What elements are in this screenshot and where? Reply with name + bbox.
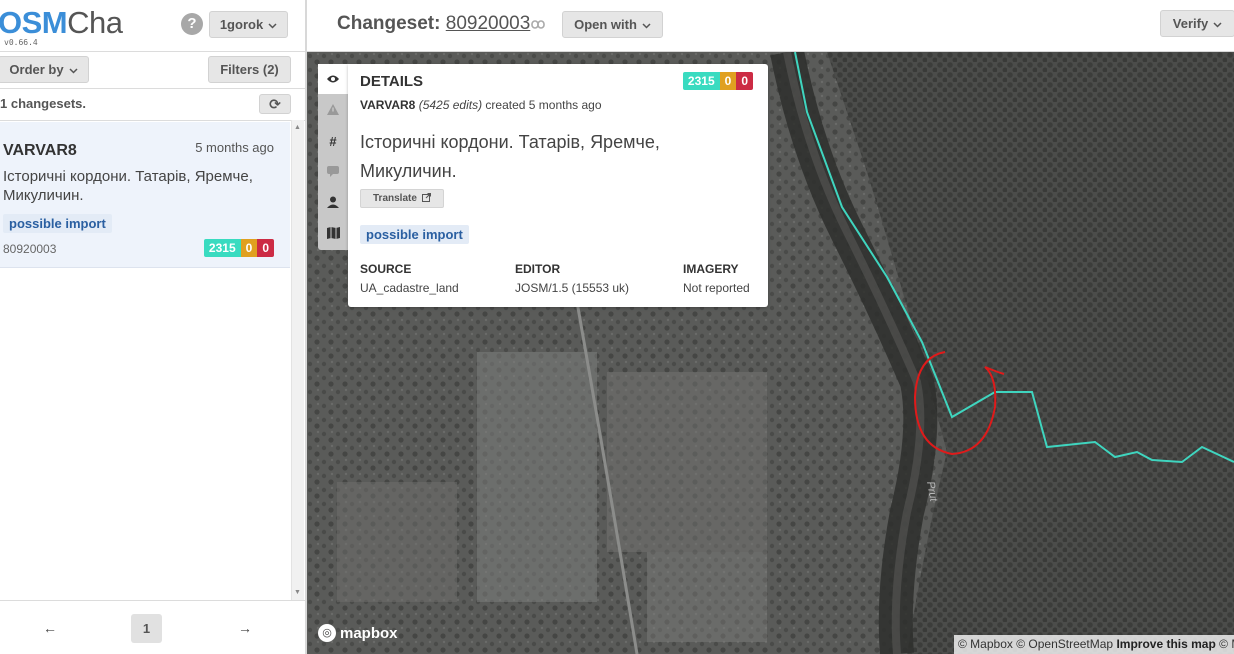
- details-tab[interactable]: [318, 64, 348, 94]
- attribution-tail: © M: [1219, 637, 1234, 651]
- imagery-value: Not reported: [683, 281, 750, 295]
- changeset-id: 80920003: [3, 242, 57, 256]
- pagination: ← 1 →: [0, 600, 305, 654]
- chevron-down-icon: [1213, 16, 1222, 31]
- changeset-time: 5 months ago: [195, 140, 274, 155]
- refresh-icon: ⟳: [269, 95, 281, 112]
- external-link-icon: [421, 192, 431, 205]
- order-by-button[interactable]: Order by: [0, 56, 89, 83]
- open-with-label: Open with: [574, 17, 637, 32]
- chevron-down-icon: [268, 17, 277, 32]
- changeset-count: 1 changesets.: [0, 96, 86, 111]
- scroll-up-icon[interactable]: ▲: [294, 124, 301, 131]
- mapbox-logo-text: mapbox: [340, 624, 398, 642]
- deleted-count: 0: [257, 239, 274, 257]
- added-count: 2315: [682, 72, 720, 90]
- osmcha-logo[interactable]: OSMCha: [0, 6, 123, 40]
- changeset-title: Changeset: 80920003: [337, 13, 530, 35]
- warning-icon: [327, 103, 339, 118]
- map-style-tab[interactable]: [318, 219, 348, 249]
- translate-button[interactable]: Translate: [360, 189, 444, 208]
- improve-map-link[interactable]: Improve this map: [1116, 637, 1215, 651]
- changeset-list-item[interactable]: VARVAR8 5 months ago Історичні кордони. …: [0, 122, 290, 268]
- logo-osm-text: OSM: [0, 5, 68, 40]
- open-with-button[interactable]: Open with: [562, 11, 663, 38]
- discussion-tab[interactable]: [318, 157, 348, 187]
- translate-label: Translate: [373, 193, 417, 204]
- changeset-user: VARVAR8: [3, 142, 77, 159]
- changeset-id-link[interactable]: 80920003: [446, 13, 531, 34]
- details-edit-count: (5425 edits): [418, 98, 483, 112]
- hashtag-icon: #: [329, 133, 337, 149]
- logo-cha-text: Cha: [67, 5, 123, 40]
- possible-import-tag: possible import: [360, 225, 469, 244]
- previous-page-button[interactable]: ←: [43, 620, 57, 636]
- list-scrollbar[interactable]: ▲ ▼: [291, 120, 304, 600]
- next-page-button[interactable]: →: [238, 620, 252, 636]
- changeset-comment: Історичні кордони. Татарів, Яремче, Мику…: [3, 168, 253, 204]
- divider: [0, 51, 305, 52]
- changeset-label: Changeset:: [337, 13, 441, 34]
- details-user-link[interactable]: VARVAR8: [360, 98, 415, 112]
- possible-import-tag: possible import: [3, 214, 112, 233]
- changeset-list: VARVAR8 5 months ago Історичні кордони. …: [0, 120, 305, 600]
- imagery-field: IMAGERY Not reported: [683, 262, 750, 295]
- imagery-label: IMAGERY: [683, 262, 739, 276]
- filters-button[interactable]: Filters (2): [208, 56, 291, 83]
- eye-icon: [326, 72, 340, 87]
- details-created-time: created 5 months ago: [485, 98, 602, 112]
- flags-tab[interactable]: [318, 95, 348, 125]
- refresh-button[interactable]: ⟳: [259, 94, 291, 114]
- scroll-down-icon[interactable]: ▼: [294, 589, 301, 596]
- divider: [0, 88, 305, 89]
- change-counts: 2315 0 0: [203, 239, 274, 257]
- hashtags-tab[interactable]: #: [318, 126, 348, 156]
- page-number-button[interactable]: 1: [131, 614, 162, 643]
- modified-count: 0: [240, 239, 258, 257]
- panel-tab-bar: #: [318, 64, 348, 250]
- map-attribution: © Mapbox © OpenStreetMap Improve this ma…: [954, 635, 1234, 654]
- attribution-osm-link[interactable]: © OpenStreetMap: [1016, 637, 1113, 651]
- user-menu-label: 1gorok: [219, 17, 264, 32]
- comment-icon: [327, 165, 339, 180]
- attribution-mapbox-link[interactable]: © Mapbox: [958, 637, 1013, 651]
- verify-button[interactable]: Verify: [1160, 10, 1234, 37]
- user-tab[interactable]: [318, 188, 348, 218]
- source-label: SOURCE: [360, 262, 412, 276]
- editor-field: EDITOR JOSM/1.5 (15553 uk): [515, 262, 629, 295]
- changeset-header: Changeset: 80920003 Open with Verify: [307, 0, 1234, 52]
- link-icon[interactable]: [531, 16, 545, 33]
- editor-label: EDITOR: [515, 262, 561, 276]
- details-title: DETAILS: [360, 73, 424, 90]
- mapbox-logo-icon: ◎: [318, 624, 336, 642]
- modified-count: 0: [719, 72, 737, 90]
- verify-label: Verify: [1172, 16, 1209, 31]
- source-value: UA_cadastre_land: [360, 281, 459, 295]
- map-icon: [326, 226, 340, 242]
- chevron-down-icon: [69, 62, 78, 77]
- editor-value: JOSM/1.5 (15553 uk): [515, 281, 630, 295]
- chevron-down-icon: [642, 17, 651, 32]
- order-by-label: Order by: [9, 62, 64, 77]
- details-comment: Історичні кордони. Татарів, Яремче, Мику…: [360, 132, 660, 181]
- app-version: v0.66.4: [4, 38, 38, 47]
- source-field: SOURCE UA_cadastre_land: [360, 262, 459, 295]
- details-byline: VARVAR8 (5425 edits) created 5 months ag…: [360, 98, 602, 112]
- filters-label: Filters (2): [220, 62, 279, 77]
- details-panel: DETAILS 2315 0 0 VARVAR8 (5425 edits) cr…: [348, 64, 768, 307]
- deleted-count: 0: [736, 72, 753, 90]
- sidebar: OSMCha v0.66.4 ? 1gorok Order by Filters…: [0, 0, 307, 654]
- mapbox-logo[interactable]: ◎ mapbox: [318, 624, 398, 642]
- help-icon[interactable]: ?: [181, 13, 203, 35]
- added-count: 2315: [203, 239, 241, 257]
- details-change-counts: 2315 0 0: [682, 72, 753, 90]
- user-icon: [327, 196, 339, 211]
- user-menu-button[interactable]: 1gorok: [209, 11, 288, 38]
